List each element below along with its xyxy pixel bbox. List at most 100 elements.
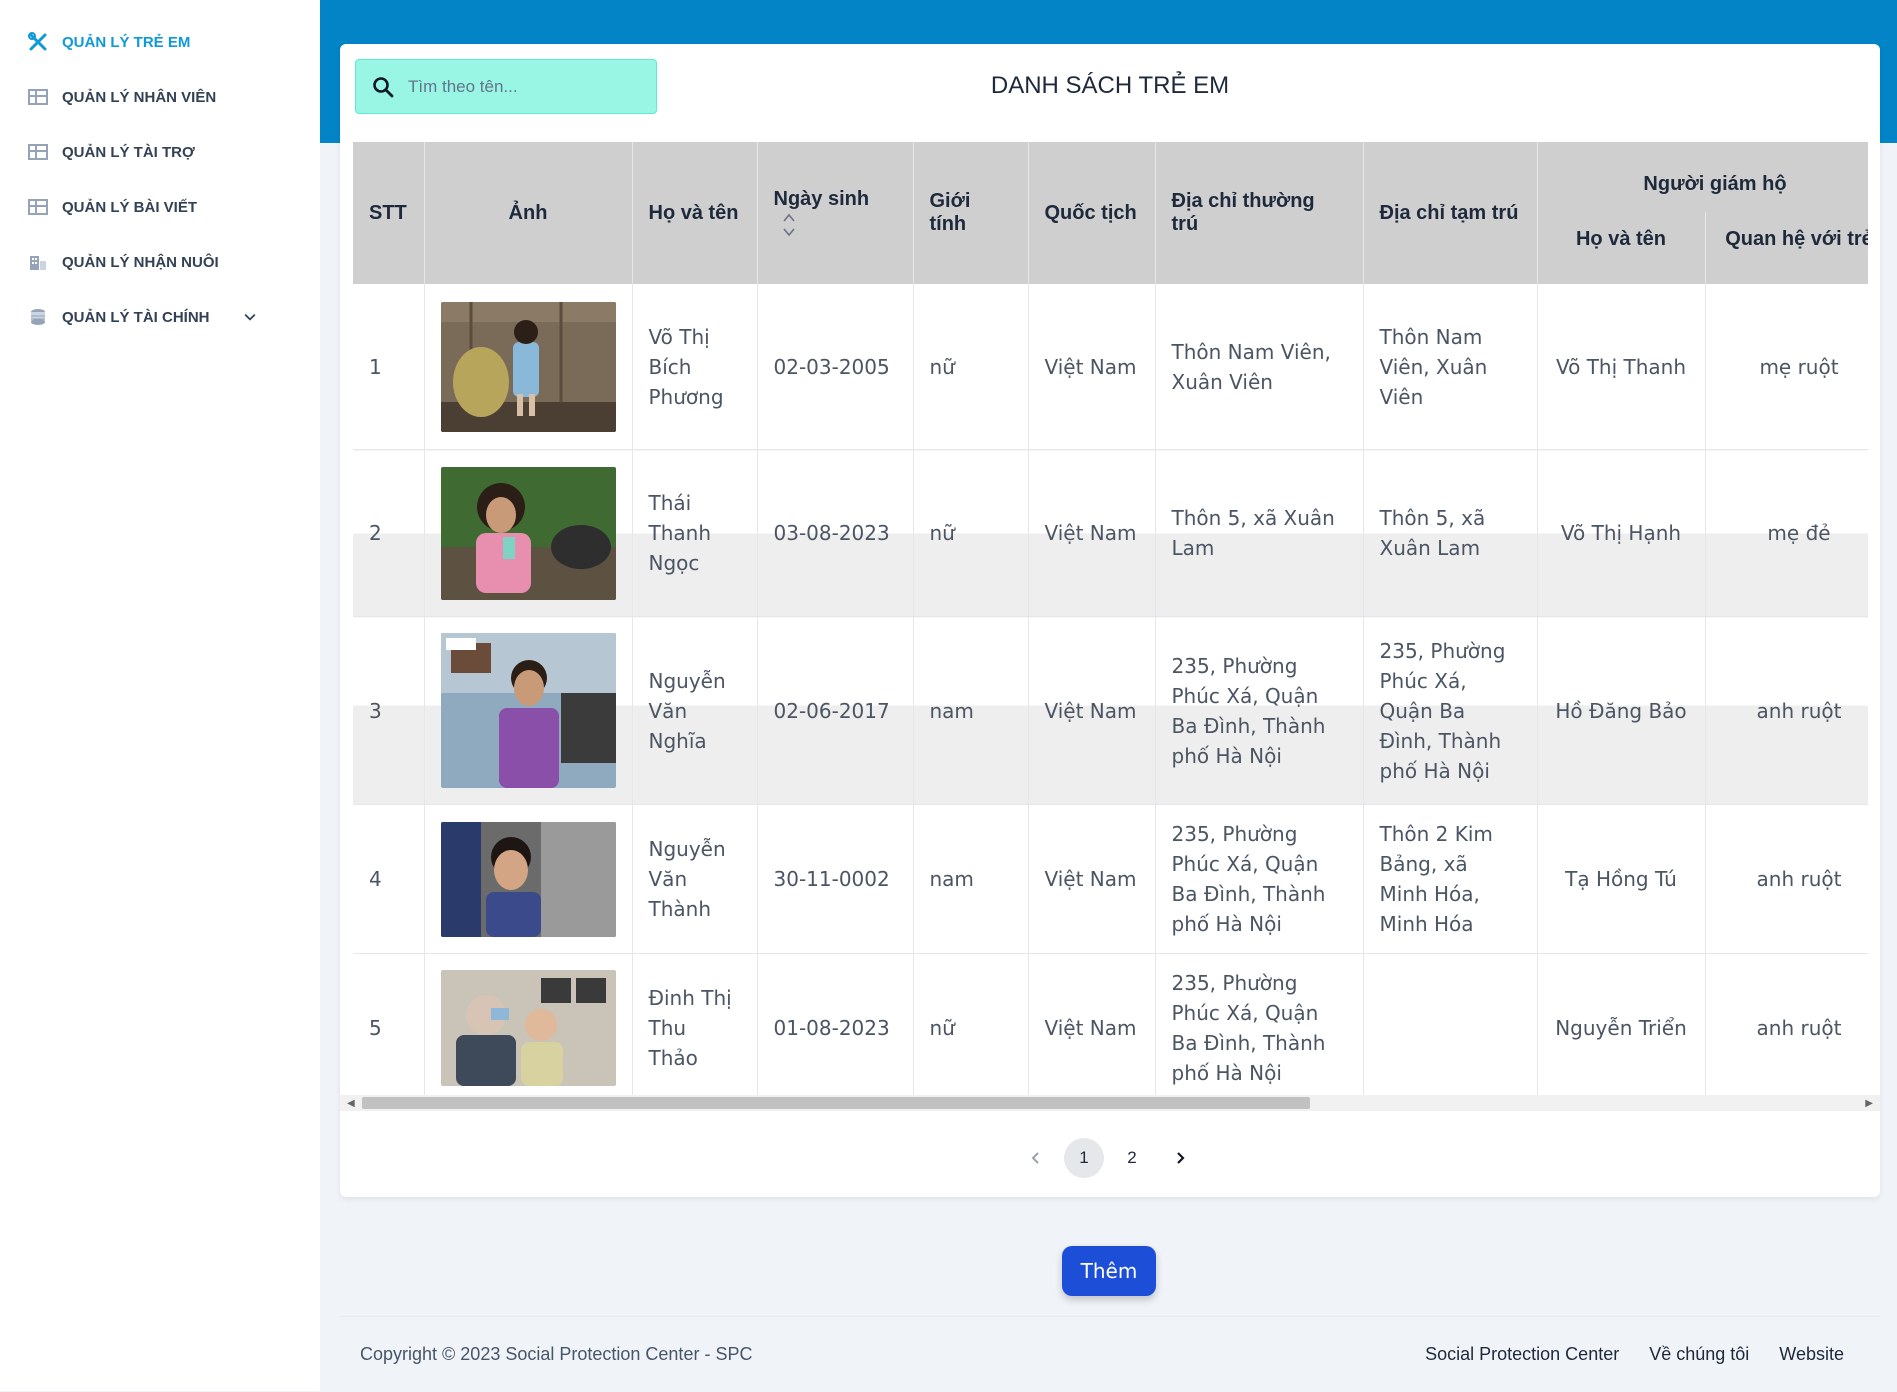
main-card: DANH SÁCH TRẺ EM STT Ảnh Họ và tên Ngày …	[340, 44, 1880, 1197]
cell-temporary-address: Thôn Nam Viên, Xuân Viên	[1363, 284, 1538, 450]
sidebar-item-sponsorship[interactable]: QUẢN LÝ TÀI TRỢ	[28, 142, 195, 162]
cell-temporary-address: Thôn 5, xã Xuân Lam	[1363, 449, 1538, 617]
coins-icon	[31, 309, 45, 325]
child-photo	[440, 633, 616, 788]
table-row[interactable]: 2 Thái Thanh Ngọc 03-08-2023 nữ Việt Nam…	[353, 449, 1868, 617]
child-photo	[440, 821, 616, 937]
table-row[interactable]: 1 Võ Thị Bích Phương 02-03-2005 nữ Việt …	[353, 284, 1868, 450]
sidebar-item-label: QUẢN LÝ TÀI CHÍNH	[62, 308, 210, 326]
cell-name: Đinh Thị Thu Thảo	[632, 953, 758, 1103]
table-icon	[28, 199, 48, 215]
next-page-button[interactable]	[1160, 1138, 1200, 1178]
cell-name: Nguyễn Văn Thành	[632, 804, 758, 954]
cell-gender: nữ	[913, 284, 1029, 450]
prev-page-button[interactable]	[1016, 1138, 1056, 1178]
cell-photo	[424, 284, 633, 450]
cell-permanent-address: 235, Phường Phúc Xá, Quận Ba Đình, Thành…	[1155, 616, 1364, 805]
footer-link-website[interactable]: Website	[1779, 1344, 1844, 1365]
sidebar-item-posts[interactable]: QUẢN LÝ BÀI VIẾT	[28, 197, 197, 217]
cell-nationality: Việt Nam	[1028, 284, 1156, 450]
cell-photo	[424, 804, 633, 954]
cell-dob: 30-11-0002	[757, 804, 914, 954]
cell-nationality: Việt Nam	[1028, 616, 1156, 805]
table-icon	[28, 144, 48, 160]
cell-dob: 01-08-2023	[757, 953, 914, 1103]
tools-icon	[28, 32, 47, 51]
page-button-1[interactable]: 1	[1064, 1138, 1104, 1178]
cell-name: Nguyễn Văn Nghĩa	[632, 616, 758, 805]
cell-guardian-name: Võ Thị Thanh	[1537, 284, 1706, 450]
table-row[interactable]: 4 Nguyễn Văn Thành 30-11-0002 nam Việt N…	[353, 804, 1868, 954]
cell-permanent-address: Thôn 5, xã Xuân Lam	[1155, 449, 1364, 617]
cell-photo	[424, 616, 633, 805]
chevron-right-icon	[1177, 1152, 1185, 1164]
cell-gender: nam	[913, 616, 1029, 805]
cell-temporary-address: 235, Phường Phúc Xá, Quận Ba Đình, Thành…	[1363, 616, 1538, 805]
pagination: 1 2	[1016, 1138, 1200, 1178]
scroll-right-icon[interactable]: ▶	[1865, 1098, 1873, 1109]
sidebar-item-label: QUẢN LÝ BÀI VIẾT	[62, 198, 198, 216]
search-box[interactable]	[355, 59, 657, 114]
cell-nationality: Việt Nam	[1028, 449, 1156, 617]
cell-nationality: Việt Nam	[1028, 804, 1156, 954]
copyright-text: Copyright © 2023 Social Protection Cente…	[360, 1344, 753, 1364]
cell-name: Võ Thị Bích Phương	[632, 284, 758, 450]
sort-icon[interactable]	[782, 211, 796, 239]
cell-temporary-address	[1363, 953, 1538, 1103]
sidebar-item-label: QUẢN LÝ TÀI TRỢ	[62, 143, 195, 161]
cell-guardian-name: Tạ Hồng Tú	[1537, 804, 1706, 954]
cell-guardian-relation: anh ruột	[1705, 804, 1868, 954]
scroll-left-icon[interactable]: ◀	[347, 1098, 355, 1109]
table-row[interactable]: 5 Đinh Thị Thu Thảo 01-08-2023 nữ Việt N…	[353, 953, 1868, 1103]
sidebar-item-adoption[interactable]: QUẢN LÝ NHẬN NUÔI	[28, 252, 219, 272]
table-icon	[28, 89, 48, 105]
cell-dob: 02-03-2005	[757, 284, 914, 450]
cell-guardian-relation: mẹ đẻ	[1705, 449, 1868, 617]
cell-stt: 5	[353, 953, 425, 1103]
chevron-down-icon[interactable]	[242, 309, 258, 325]
cell-gender: nam	[913, 804, 1029, 954]
column-header-name: Họ và tên	[632, 142, 758, 284]
column-header-guardian: Người giám hộ	[1537, 142, 1868, 212]
column-header-permanent-address: Địa chỉ thường trú	[1155, 142, 1364, 284]
column-header-photo: Ảnh	[424, 142, 633, 284]
search-icon	[373, 76, 394, 97]
scrollbar-thumb[interactable]	[362, 1097, 1310, 1109]
table-row[interactable]: 3 Nguyễn Văn Nghĩa 02-06-2017 nam Việt N…	[353, 616, 1868, 805]
add-button[interactable]: Thêm	[1062, 1246, 1156, 1296]
cell-temporary-address: Thôn 2 Kim Bảng, xã Minh Hóa, Minh Hóa	[1363, 804, 1538, 954]
cell-permanent-address: 235, Phường Phúc Xá, Quận Ba Đình, Thành…	[1155, 953, 1364, 1103]
sidebar-item-staff[interactable]: QUẢN LÝ NHÂN VIÊN	[28, 87, 216, 107]
cell-dob: 03-08-2023	[757, 449, 914, 617]
sidebar-item-finance[interactable]: QUẢN LÝ TÀI CHÍNH	[28, 307, 258, 327]
cell-guardian-relation: mẹ ruột	[1705, 284, 1868, 450]
sidebar-item-label: QUẢN LÝ NHÂN VIÊN	[62, 88, 217, 106]
cell-nationality: Việt Nam	[1028, 953, 1156, 1103]
column-header-stt: STT	[353, 142, 425, 284]
cell-guardian-name: Nguyễn Triển	[1537, 953, 1706, 1103]
cell-stt: 4	[353, 804, 425, 954]
cell-guardian-name: Võ Thị Hạnh	[1537, 449, 1706, 617]
footer-links: Social Protection Center Về chúng tôi We…	[1425, 1344, 1844, 1365]
horizontal-scrollbar[interactable]: ◀ ▶	[340, 1095, 1880, 1111]
cell-gender: nữ	[913, 449, 1029, 617]
cell-permanent-address: 235, Phường Phúc Xá, Quận Ba Đình, Thành…	[1155, 804, 1364, 954]
footer-link-spc[interactable]: Social Protection Center	[1425, 1344, 1619, 1365]
column-header-dob[interactable]: Ngày sinh	[757, 142, 914, 284]
cell-photo	[424, 449, 633, 617]
cell-guardian-name: Hồ Đăng Bảo	[1537, 616, 1706, 805]
chevron-left-icon	[1031, 1152, 1039, 1164]
building-icon	[30, 256, 46, 270]
cell-stt: 2	[353, 449, 425, 617]
column-header-guardian-relation: Quan hệ với trẻ	[1705, 212, 1868, 284]
cell-permanent-address: Thôn Nam Viên, Xuân Viên	[1155, 284, 1364, 450]
child-photo	[440, 970, 616, 1086]
column-header-gender: Giới tính	[913, 142, 1029, 284]
cell-gender: nữ	[913, 953, 1029, 1103]
sidebar-item-children[interactable]: QUẢN LÝ TRẺ EM	[28, 32, 190, 52]
column-header-nationality: Quốc tịch	[1028, 142, 1156, 284]
search-input[interactable]	[406, 75, 640, 98]
sidebar: QUẢN LÝ TRẺ EM QUẢN LÝ NHÂN VIÊN QUẢN LÝ…	[0, 0, 320, 1391]
page-button-2[interactable]: 2	[1112, 1138, 1152, 1178]
footer-link-about[interactable]: Về chúng tôi	[1649, 1344, 1749, 1365]
